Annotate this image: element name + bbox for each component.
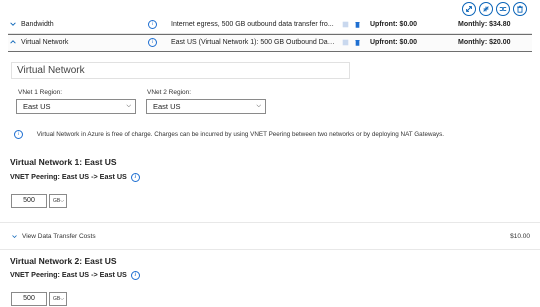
vnet2-title: Virtual Network 2: East US — [10, 256, 117, 266]
vnet2-unit-select[interactable]: GB ⌵ — [49, 292, 67, 306]
info-icon[interactable]: i — [130, 270, 140, 280]
monthly-cost: Monthly: $20.00 — [458, 39, 511, 46]
delete-icon[interactable] — [354, 35, 361, 51]
vnet2-peering-heading: VNET Peering: East US -> East US i — [10, 270, 140, 280]
info-icon[interactable]: i — [148, 17, 157, 33]
service-description: Internet egress, 500 GB outbound data tr… — [171, 21, 334, 28]
delete-all-button[interactable] — [513, 2, 527, 16]
view-data-transfer-costs-toggle[interactable]: View Data Transfer Costs — [12, 233, 96, 240]
vnet2-quantity-input[interactable]: 500 — [11, 292, 47, 306]
chevron-down-icon[interactable] — [10, 17, 18, 33]
vnet1-region-label: VNet 1 Region: — [18, 89, 63, 96]
chevron-down-icon: ⌵ — [256, 103, 261, 109]
divider — [0, 222, 540, 223]
service-description: East US (Virtual Network 1): 500 GB Outb… — [171, 39, 336, 46]
chevron-down-icon: ⌵ — [60, 296, 64, 302]
vnet2-region-value: East US — [153, 102, 181, 111]
chevron-up-icon[interactable] — [10, 35, 18, 51]
collapse-icon — [483, 6, 489, 12]
vnet1-region-value: East US — [23, 102, 51, 111]
vnet1-peering-label: VNET Peering: East US -> East US — [10, 172, 127, 181]
upfront-cost: Upfront: $0.00 — [370, 21, 418, 28]
vnet1-region-select[interactable]: East US ⌵ — [16, 99, 136, 114]
vnet2-unit-value: GB — [53, 296, 61, 302]
chevron-down-icon — [12, 235, 17, 238]
vnet1-peering-heading: VNET Peering: East US -> East US i — [10, 172, 140, 182]
collapse-all-button[interactable] — [479, 2, 493, 16]
copy-icon[interactable] — [342, 17, 349, 33]
info-icon: i — [14, 130, 23, 139]
delete-icon — [517, 5, 523, 13]
pricing-notice: i Virtual Network in Azure is free of ch… — [14, 130, 444, 139]
service-row-virtual-network[interactable]: Virtual Network i East US (Virtual Netwo… — [8, 34, 532, 52]
upfront-cost: Upfront: $0.00 — [370, 39, 418, 46]
copy-icon[interactable] — [342, 35, 349, 51]
vnet2-region-select[interactable]: East US ⌵ — [146, 99, 266, 114]
data-transfer-cost: $10.00 — [510, 233, 530, 240]
delete-icon[interactable] — [354, 17, 361, 33]
vnet2-peering-label: VNET Peering: East US -> East US — [10, 270, 127, 279]
vnet2-region-label: VNet 2 Region: — [147, 89, 192, 96]
vnet1-unit-value: GB — [53, 198, 61, 204]
info-icon[interactable]: i — [130, 172, 140, 182]
vnet1-quantity-input[interactable]: 500 — [11, 194, 47, 208]
expand-all-button[interactable] — [462, 2, 476, 16]
service-name: Bandwidth — [21, 21, 54, 28]
service-row-bandwidth[interactable]: Bandwidth i Internet egress, 500 GB outb… — [8, 17, 532, 34]
pricing-notice-text: Virtual Network in Azure is free of char… — [36, 131, 445, 139]
service-name: Virtual Network — [21, 39, 69, 46]
divider — [0, 249, 540, 250]
info-icon[interactable]: i — [148, 35, 157, 51]
shuffle-button[interactable] — [496, 2, 510, 16]
chevron-down-icon: ⌵ — [60, 198, 64, 204]
shuffle-icon — [499, 6, 507, 12]
vnet1-title: Virtual Network 1: East US — [10, 157, 117, 167]
vnet1-unit-select[interactable]: GB ⌵ — [49, 194, 67, 208]
data-transfer-label: View Data Transfer Costs — [22, 233, 96, 240]
chevron-down-icon: ⌵ — [126, 103, 131, 109]
monthly-cost: Monthly: $34.80 — [458, 21, 511, 28]
service-name-input[interactable]: Virtual Network — [11, 62, 350, 79]
expand-icon — [466, 6, 472, 12]
